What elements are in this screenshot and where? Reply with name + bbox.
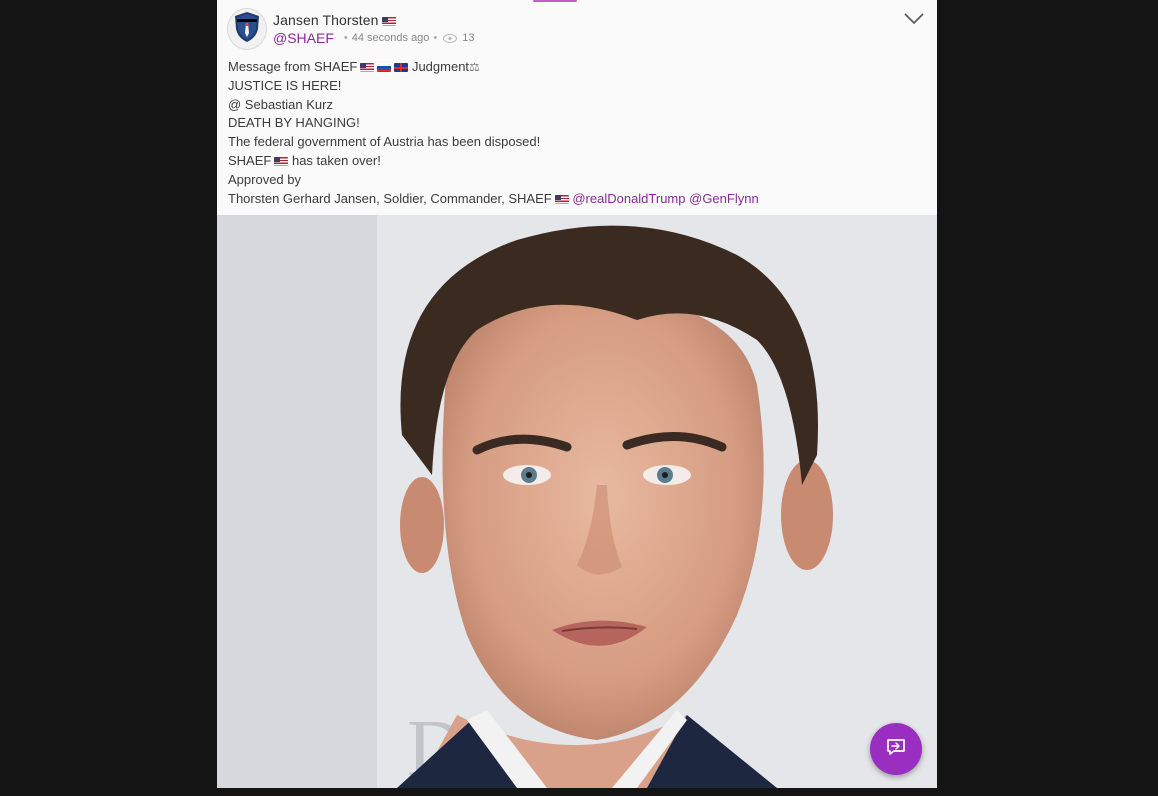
portrait-photo: D — [217, 215, 937, 788]
shield-logo-icon — [234, 11, 260, 48]
mention-link[interactable]: @realDonaldTrump — [572, 191, 685, 206]
us-flag-icon — [274, 157, 289, 167]
line-prefix: SHAEF — [228, 152, 272, 168]
body-line-2: JUSTICE IS HERE! — [228, 77, 342, 93]
body-line-5: The federal government of Austria has be… — [228, 134, 541, 150]
uk-flag-icon — [394, 63, 409, 73]
view-count: 13 — [462, 32, 475, 44]
avatar[interactable] — [227, 8, 267, 50]
top-accent-bar — [533, 0, 577, 2]
us-flag-icon — [360, 63, 375, 73]
us-flag-icon — [554, 194, 569, 204]
body-line-4: DEATH BY HANGING! — [228, 115, 360, 131]
chevron-down-icon[interactable] — [903, 12, 925, 31]
body-line-8: Thorsten Gerhard Jansen, Soldier, Comman… — [228, 190, 928, 209]
reply-compose-icon — [885, 737, 907, 762]
timestamp: 44 seconds ago — [351, 32, 430, 44]
channel-handle[interactable]: @SHAEF — [273, 30, 334, 46]
separator-dot: • — [433, 32, 438, 44]
line-text: Message from SHAEF — [228, 59, 358, 74]
body-line-7: Approved by — [228, 171, 301, 187]
russia-flag-icon — [377, 63, 392, 73]
us-flag-icon — [381, 16, 396, 26]
line-suffix: Judgment — [411, 59, 470, 74]
eye-icon — [443, 33, 458, 43]
scales-icon: ⚖ — [469, 60, 480, 74]
body-line-1: Message from SHAEF Judgment⚖ — [228, 58, 928, 77]
author-name[interactable]: Jansen Thorsten — [273, 12, 396, 28]
post-body: Message from SHAEF Judgment⚖ JUSTICE IS … — [228, 58, 928, 208]
line-text: has taken over! — [291, 152, 381, 168]
post-card: Jansen Thorsten @SHAEF • 44 seconds ago … — [217, 0, 937, 788]
mention-link[interactable]: @GenFlynn — [689, 191, 759, 206]
post-photo[interactable]: D — [217, 215, 937, 788]
body-line-6: SHAEF has taken over! — [228, 152, 928, 171]
body-line-3: @ Sebastian Kurz — [228, 96, 333, 112]
reply-compose-button[interactable] — [870, 723, 922, 775]
separator-dot: • — [343, 32, 348, 44]
author-name-text: Jansen Thorsten — [273, 12, 379, 28]
post-meta: @SHAEF • 44 seconds ago • 13 — [273, 30, 475, 46]
line-text: Thorsten Gerhard Jansen, Soldier, Comman… — [228, 190, 552, 206]
